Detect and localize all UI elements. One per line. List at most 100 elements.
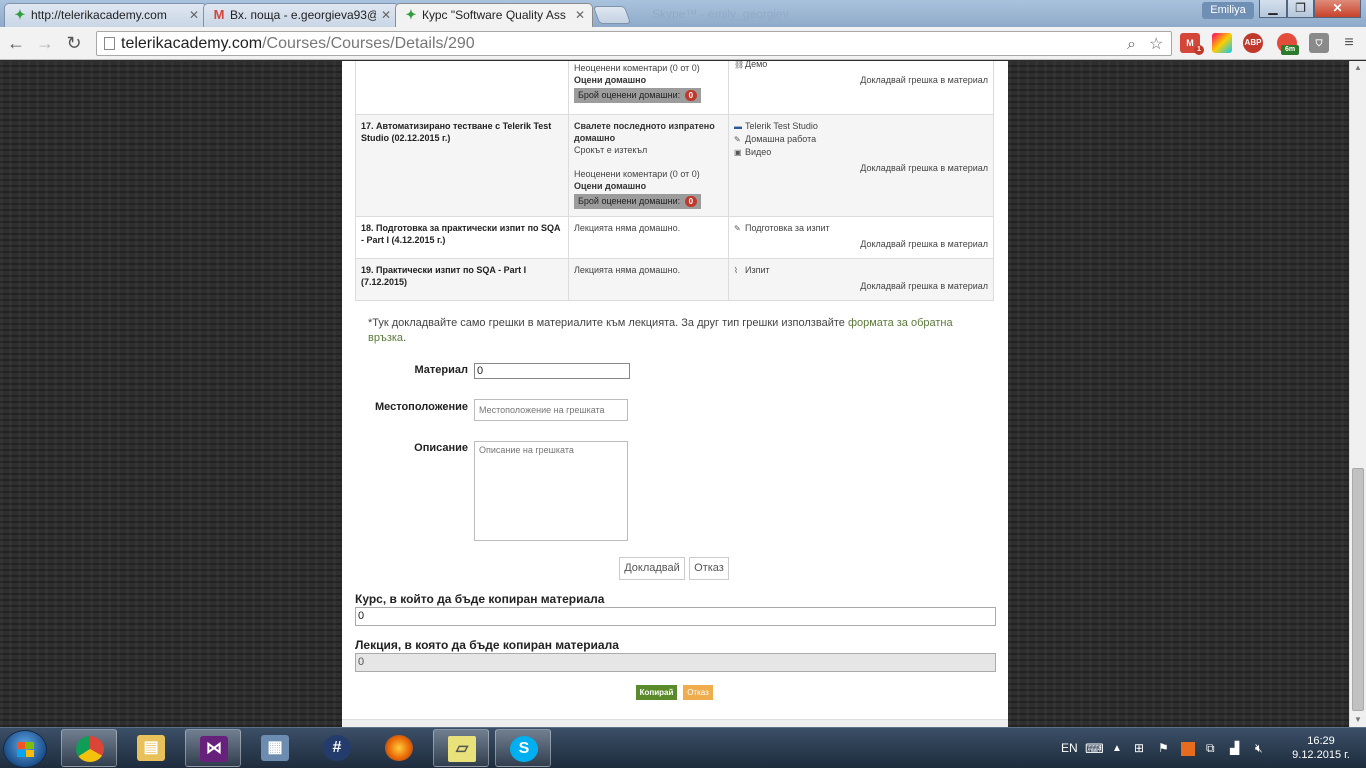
close-tab-icon[interactable]: ✕ xyxy=(189,4,199,26)
table-row: Неоценени коментари (0 от 0) Оцени домаш… xyxy=(355,61,994,115)
video-icon: ▣ xyxy=(734,148,742,157)
taskbar-clock[interactable]: 16:29 9.12.2015 г. xyxy=(1286,734,1356,762)
tab-telerik-academy[interactable]: ✦ http://telerikacademy.com ✕ xyxy=(4,3,207,27)
language-indicator[interactable]: EN xyxy=(1061,728,1078,768)
telerik-icon: ✦ xyxy=(14,7,26,22)
copy-lecture-label: Лекция, в която да бъде копиран материал… xyxy=(355,638,619,652)
scroll-down-icon[interactable]: ▼ xyxy=(1350,713,1366,727)
clock-time: 16:29 xyxy=(1307,735,1335,747)
shield-extension-icon[interactable]: ⛉ xyxy=(1309,33,1329,53)
table-row: 19. Практически изпит по SQA - Part I (7… xyxy=(355,258,994,301)
address-bar[interactable]: telerikacademy.com/Courses/Courses/Detai… xyxy=(96,31,1172,56)
resource-link[interactable]: ✎ Домашна работа xyxy=(734,133,988,146)
homework-cell: Лекцията няма домашно. xyxy=(568,258,729,301)
resource-link[interactable]: ▣ Видео xyxy=(734,146,988,159)
keyboard-icon[interactable]: ⌨ xyxy=(1085,728,1104,768)
browser-tab-strip: ✦ http://telerikacademy.com ✕ M Вх. поща… xyxy=(0,0,1366,27)
color-extension-icon[interactable] xyxy=(1212,33,1232,53)
timer-badge: 6m xyxy=(1281,45,1299,55)
office-icon[interactable] xyxy=(1181,728,1195,768)
copy-cancel-button[interactable]: Отказ xyxy=(683,685,713,700)
start-button[interactable] xyxy=(3,730,47,768)
calculator-icon: ▦ xyxy=(261,735,289,761)
lectures-table: Неоценени коментари (0 от 0) Оцени домаш… xyxy=(355,61,994,301)
rate-homework-link[interactable]: Оцени домашно xyxy=(574,74,723,86)
network-icon[interactable]: ▟ xyxy=(1230,728,1239,768)
table-row: 18. Подготовка за практически изпит по S… xyxy=(355,216,994,259)
team-icon: # xyxy=(323,735,351,761)
content-footer-edge xyxy=(342,719,1008,727)
close-window-button[interactable]: ✕ xyxy=(1314,0,1361,18)
resource-link[interactable]: ⌇ Изпит xyxy=(734,264,988,277)
lecture-title: 18. Подготовка за практически изпит по S… xyxy=(355,216,569,259)
copy-course-label: Курс, в който да бъде копиран материала xyxy=(355,592,605,606)
lecture-title xyxy=(355,61,569,115)
link-icon: ⛓ xyxy=(734,61,745,69)
material-label: Материал xyxy=(414,364,468,376)
taskbar-visual-studio[interactable]: ⋈ xyxy=(185,729,241,767)
material-input[interactable] xyxy=(474,363,630,379)
uncommented-count: Неоценени коментари (0 от 0) xyxy=(574,63,700,73)
scroll-up-icon[interactable]: ▲ xyxy=(1350,61,1366,75)
report-error-link[interactable]: Докладвай грешка в материал xyxy=(734,280,988,292)
report-error-link[interactable]: Докладвай грешка в материал xyxy=(734,238,988,250)
report-cancel-button[interactable]: Отказ xyxy=(689,557,729,580)
reload-button[interactable]: ↻ xyxy=(63,32,85,54)
telerik-icon: ✦ xyxy=(405,7,417,22)
tab-course-details[interactable]: ✦ Курс "Software Quality Ass ✕ xyxy=(395,3,593,27)
search-icon[interactable]: ⌕ xyxy=(1127,33,1136,56)
report-submit-button[interactable]: Докладвай xyxy=(619,557,685,580)
description-textarea[interactable] xyxy=(474,441,628,541)
windows-taskbar: ▤ ⋈ ▦ # ▱ S EN ⌨ ▲ ⊞ ⚑ ⧉ ▟ 🔇︎ 16:29 9.12… xyxy=(0,727,1366,768)
background-window-title: Skype™ - emily_georgiev xyxy=(652,7,789,21)
location-input[interactable] xyxy=(474,399,628,421)
show-hidden-icons-icon[interactable]: ▲ xyxy=(1112,728,1122,768)
adblock-icon[interactable]: ABP xyxy=(1243,33,1263,53)
taskbar-team-app[interactable]: # xyxy=(309,729,365,767)
rate-homework-link[interactable]: Оцени домашно xyxy=(574,180,723,192)
report-error-link[interactable]: Докладвай грешка в материал xyxy=(734,74,988,86)
resource-link[interactable]: ⛓Демо xyxy=(734,61,988,71)
bookmark-star-icon[interactable]: ☆ xyxy=(1149,33,1163,56)
close-tab-icon[interactable]: ✕ xyxy=(381,4,391,26)
vertical-scrollbar[interactable]: ▲ ▼ xyxy=(1349,61,1366,727)
maximize-button[interactable]: ❐ xyxy=(1287,0,1314,18)
close-tab-icon[interactable]: ✕ xyxy=(575,4,585,26)
resources-cell: ▬ Telerik Test Studio ✎ Домашна работа ▣ Ви… xyxy=(728,114,994,217)
graded-homeworks-badge[interactable]: Брой оценени домашни: 0 xyxy=(574,194,702,209)
copy-course-input[interactable]: 0 xyxy=(355,607,996,626)
resources-cell: ⌇ Изпит Докладвай грешка в материал xyxy=(728,258,994,301)
copy-button[interactable]: Копирай xyxy=(636,685,677,700)
taskbar-calculator[interactable]: ▦ xyxy=(247,729,303,767)
user-profile-badge[interactable]: Emiliya xyxy=(1202,2,1254,19)
report-note: *Тук докладвайте само грешки в материали… xyxy=(368,317,953,344)
resource-link[interactable]: ▬ Telerik Test Studio xyxy=(734,120,988,133)
taskbar-chrome[interactable] xyxy=(61,729,117,767)
action-center-icon[interactable]: ⊞ xyxy=(1134,728,1144,768)
graded-homeworks-badge[interactable]: Брой оценени домашни: 0 xyxy=(574,88,702,103)
tab-gmail-inbox[interactable]: M Вх. поща - e.georgieva93@ ✕ xyxy=(203,3,399,27)
explorer-icon: ▤ xyxy=(137,735,165,761)
homework-cell: Неоценени коментари (0 от 0) Оцени домаш… xyxy=(568,61,729,115)
report-error-link[interactable]: Докладвай грешка в материал xyxy=(734,162,988,174)
devices-icon[interactable]: ⧉ xyxy=(1206,728,1215,768)
resource-link[interactable]: ✎ Подготовка за изпит xyxy=(734,222,988,235)
menu-icon[interactable]: ≡ xyxy=(1339,33,1359,53)
location-label: Местоположение xyxy=(374,401,468,413)
download-homework-link[interactable]: Свалете последното изпратено домашно xyxy=(574,120,723,144)
lecture-title: 19. Практически изпит по SQA - Part I (7… xyxy=(355,258,569,301)
notes-icon: ▱ xyxy=(448,736,476,762)
firefox-icon xyxy=(385,735,413,761)
back-button[interactable]: ← xyxy=(5,32,27,54)
scrollbar-thumb[interactable] xyxy=(1352,468,1364,711)
minimize-button[interactable]: ▁ xyxy=(1259,0,1287,18)
flag-icon[interactable]: ⚑ xyxy=(1158,728,1169,768)
copy-lecture-input[interactable]: 0 xyxy=(355,653,996,672)
volume-muted-icon[interactable]: 🔇︎ xyxy=(1255,728,1263,768)
taskbar-sticky-notes[interactable]: ▱ xyxy=(433,729,489,767)
forward-button[interactable]: → xyxy=(34,32,56,54)
taskbar-firefox[interactable] xyxy=(371,729,427,767)
taskbar-explorer[interactable]: ▤ xyxy=(123,729,179,767)
new-tab-button[interactable] xyxy=(592,6,632,24)
taskbar-skype[interactable]: S xyxy=(495,729,551,767)
